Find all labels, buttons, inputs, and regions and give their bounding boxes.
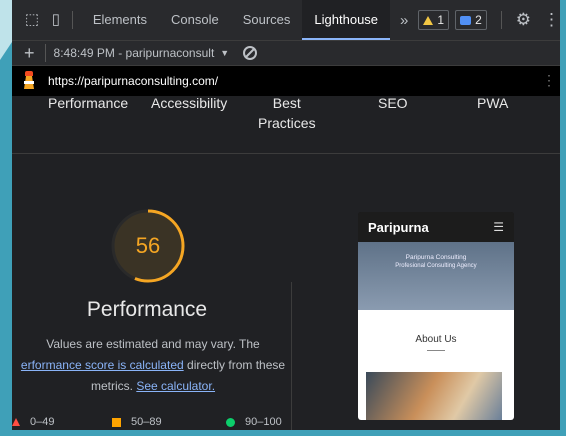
slide-frame-bottom — [0, 430, 566, 436]
report-menu-icon[interactable]: ⋮ — [542, 72, 556, 89]
desc-text: Values are estimated and may vary. The — [46, 337, 260, 351]
warning-icon — [423, 15, 434, 25]
tab-sources[interactable]: Sources — [231, 0, 303, 40]
legend-pass: 90–100 — [226, 416, 282, 428]
legend-label: 50–89 — [131, 416, 162, 428]
legend-fail: 0–49 — [12, 416, 54, 428]
performance-score: 56 — [135, 233, 161, 258]
tab-console[interactable]: Console — [159, 0, 231, 40]
average-square-icon — [112, 417, 121, 427]
warnings-badge[interactable]: 1 — [418, 10, 450, 30]
messages-badge[interactable]: 2 — [455, 10, 487, 30]
report-url-bar: https://paripurnaconsulting.com/ ⋮ — [12, 66, 560, 96]
toolbar-divider — [500, 11, 502, 29]
toolbar-divider — [44, 44, 46, 62]
preview-hero-subtitle: Profesional Consulting Agency — [395, 263, 477, 269]
preview-about-heading: About Us — [415, 334, 457, 345]
fail-triangle-icon — [12, 418, 20, 426]
hamburger-menu-icon: ☰ — [493, 220, 504, 234]
category-accessibility[interactable]: Accessibility — [151, 93, 227, 113]
legend-label: 90–100 — [245, 416, 282, 428]
legend-label: 0–49 — [30, 416, 55, 428]
report-url[interactable]: https://paripurnaconsulting.com/ — [48, 74, 218, 88]
preview-brand: Paripurna — [368, 219, 429, 235]
report-selector[interactable]: 8:48:49 PM - paripurnaconsult — [54, 46, 215, 60]
inspect-element-icon[interactable]: ⬚ — [24, 12, 40, 28]
slide-frame-left — [0, 0, 12, 436]
warnings-count: 1 — [437, 13, 445, 27]
desc-text: metrics. — [90, 379, 133, 393]
section-divider — [291, 282, 292, 430]
see-calculator-link[interactable]: See calculator. — [136, 379, 215, 393]
toolbar-divider — [71, 11, 73, 29]
performance-description: Values are estimated and may vary. The e… — [12, 334, 294, 397]
lighthouse-logo-icon — [22, 71, 36, 91]
category-seo[interactable]: SEO — [378, 93, 408, 113]
device-toolbar-icon[interactable]: ▯ — [48, 12, 64, 28]
preview-hero-title: Paripurna Consulting — [405, 254, 467, 261]
chevron-down-icon[interactable]: ▼ — [220, 48, 229, 58]
message-icon — [460, 15, 472, 25]
pass-circle-icon — [226, 417, 235, 427]
desc-text: directly from these — [187, 358, 286, 372]
category-nav: Performance Accessibility Best Practices… — [12, 95, 560, 153]
category-divider — [12, 153, 560, 154]
new-report-icon[interactable]: + — [24, 43, 35, 63]
tab-elements[interactable]: Elements — [81, 0, 159, 40]
preview-hero: Paripurna Consulting Profesional Consult… — [358, 242, 514, 310]
score-calculated-link[interactable]: erformance score is calculated — [21, 358, 184, 372]
tab-lighthouse[interactable]: Lighthouse — [302, 0, 391, 40]
legend-average: 50–89 — [112, 416, 162, 428]
more-tabs-icon[interactable]: » — [400, 12, 408, 29]
devtools-tab-bar: ⬚ ▯ Elements Console Sources Lighthouse … — [12, 0, 560, 41]
more-options-icon[interactable]: ⋮ — [543, 10, 560, 30]
category-best-practices[interactable]: Best Practices — [258, 93, 316, 133]
clear-reports-icon[interactable] — [243, 46, 258, 60]
page-screenshot-preview[interactable]: Paripurna ☰ Paripurna Consulting Profesi… — [358, 212, 514, 420]
category-performance[interactable]: Performance — [48, 93, 128, 113]
devtools-panel: ⬚ ▯ Elements Console Sources Lighthouse … — [12, 0, 560, 430]
lighthouse-toolbar: + 8:48:49 PM - paripurnaconsult ▼ — [12, 41, 560, 66]
preview-photo — [366, 372, 502, 420]
performance-title: Performance — [86, 298, 208, 321]
preview-header: Paripurna ☰ — [358, 212, 514, 242]
messages-count: 2 — [475, 13, 482, 27]
preview-underline — [427, 350, 445, 351]
category-pwa[interactable]: PWA — [477, 93, 508, 113]
slide-frame-right — [560, 0, 566, 436]
settings-gear-icon[interactable]: ⚙ — [516, 10, 531, 30]
preview-about-section: About Us — [358, 310, 514, 420]
